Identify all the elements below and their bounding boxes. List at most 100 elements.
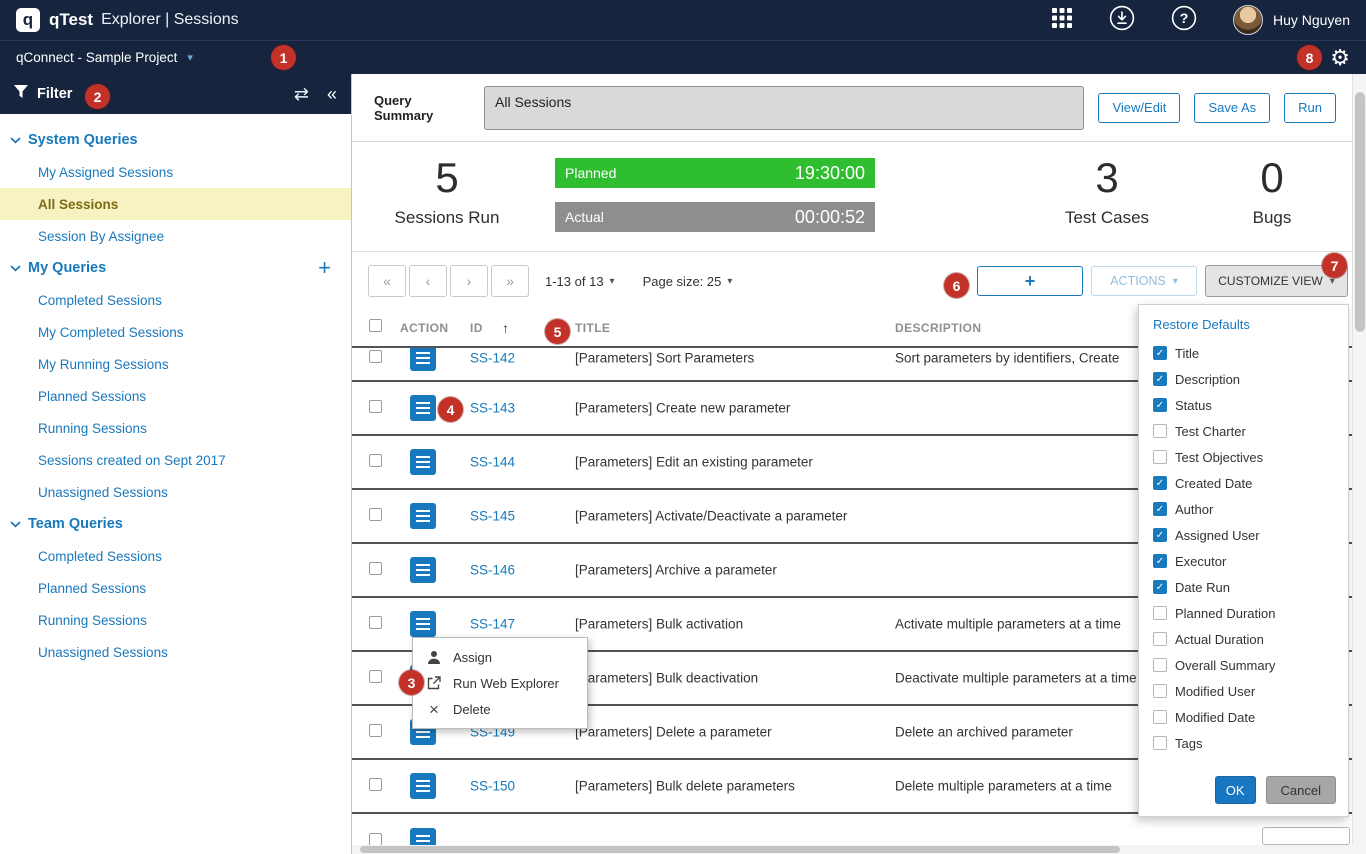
- first-page-button[interactable]: «: [368, 265, 406, 297]
- column-option[interactable]: Author: [1139, 496, 1348, 522]
- row-checkbox[interactable]: [369, 670, 382, 686]
- column-header-id[interactable]: ID: [470, 321, 483, 335]
- column-option[interactable]: Planned Duration: [1139, 600, 1348, 626]
- vertical-scrollbar[interactable]: [1352, 74, 1366, 845]
- query-item[interactable]: My Completed Sessions: [0, 316, 351, 348]
- option-label: Executor: [1175, 554, 1226, 569]
- page-size-dropdown[interactable]: Page size: 25 ▾: [643, 274, 733, 289]
- row-checkbox[interactable]: [369, 778, 382, 794]
- query-item[interactable]: Completed Sessions: [0, 540, 351, 572]
- download-icon[interactable]: [1109, 5, 1135, 36]
- column-header-title[interactable]: TITLE: [575, 321, 610, 335]
- row-checkbox[interactable]: [369, 562, 382, 578]
- column-header-description[interactable]: DESCRIPTION: [895, 321, 981, 335]
- add-query-icon[interactable]: +: [318, 255, 331, 281]
- user-menu[interactable]: Huy Nguyen: [1233, 5, 1350, 35]
- help-icon[interactable]: ?: [1171, 5, 1197, 36]
- restore-defaults-link[interactable]: Restore Defaults: [1139, 315, 1348, 340]
- query-item[interactable]: Completed Sessions: [0, 284, 351, 316]
- session-id-link[interactable]: SS-143: [470, 401, 515, 416]
- column-option[interactable]: Test Objectives: [1139, 444, 1348, 470]
- query-item[interactable]: Unassigned Sessions: [0, 636, 351, 668]
- project-selector[interactable]: qConnect - Sample Project: [16, 50, 177, 65]
- session-menu-icon[interactable]: [410, 449, 436, 475]
- column-option[interactable]: Title: [1139, 340, 1348, 366]
- column-option[interactable]: Date Run: [1139, 574, 1348, 600]
- column-option[interactable]: Modified Date: [1139, 704, 1348, 730]
- session-id-link[interactable]: SS-147: [470, 617, 515, 632]
- session-menu-icon[interactable]: [410, 348, 436, 371]
- session-menu-icon[interactable]: [410, 557, 436, 583]
- range-dropdown[interactable]: 1-13 of 13 ▾: [545, 274, 615, 289]
- session-id-link[interactable]: SS-145: [470, 509, 515, 524]
- column-header-action[interactable]: ACTION: [400, 321, 448, 335]
- collapse-sidebar-icon[interactable]: «: [327, 84, 337, 105]
- add-session-button[interactable]: +: [977, 266, 1083, 296]
- column-option[interactable]: Modified User: [1139, 678, 1348, 704]
- query-item-my-assigned-sessions[interactable]: My Assigned Sessions: [0, 156, 351, 188]
- cancel-button[interactable]: Cancel: [1266, 776, 1336, 804]
- session-id-link[interactable]: SS-150: [470, 779, 515, 794]
- session-menu-icon[interactable]: [410, 503, 436, 529]
- session-menu-icon[interactable]: [410, 395, 436, 421]
- last-page-button[interactable]: »: [491, 265, 529, 297]
- apps-grid-icon[interactable]: [1051, 7, 1073, 34]
- section-system-queries[interactable]: System Queries: [0, 124, 351, 156]
- session-id-link[interactable]: SS-144: [470, 455, 515, 470]
- section-team-queries[interactable]: Team Queries: [0, 508, 351, 540]
- view-edit-button[interactable]: View/Edit: [1098, 93, 1180, 123]
- query-item[interactable]: My Running Sessions: [0, 348, 351, 380]
- session-menu-icon[interactable]: [410, 828, 436, 845]
- session-title: [Parameters] Edit an existing parameter: [575, 455, 887, 470]
- query-item[interactable]: Running Sessions: [0, 412, 351, 444]
- row-checkbox[interactable]: [369, 454, 382, 470]
- next-page-button[interactable]: ›: [450, 265, 488, 297]
- session-id-link[interactable]: SS-146: [470, 563, 515, 578]
- row-checkbox[interactable]: [369, 400, 382, 416]
- settings-gear-icon[interactable]: ⚙: [1330, 47, 1350, 69]
- query-item[interactable]: Running Sessions: [0, 604, 351, 636]
- horizontal-scrollbar[interactable]: [352, 845, 1366, 854]
- chevron-down-icon[interactable]: ▾: [187, 51, 193, 64]
- query-item-all-sessions[interactable]: All Sessions: [0, 188, 351, 220]
- query-item[interactable]: Planned Sessions: [0, 572, 351, 604]
- ok-button[interactable]: OK: [1215, 776, 1256, 804]
- refresh-queries-icon[interactable]: ⇄: [294, 84, 309, 105]
- horizontal-scrollbar-thumb[interactable]: [360, 846, 1120, 853]
- query-item[interactable]: Planned Sessions: [0, 380, 351, 412]
- actions-dropdown-button[interactable]: ACTIONS ▾: [1091, 266, 1197, 296]
- run-button[interactable]: Run: [1284, 93, 1336, 123]
- session-menu-icon[interactable]: [410, 773, 436, 799]
- column-option[interactable]: Status: [1139, 392, 1348, 418]
- sort-ascending-icon[interactable]: ↑: [502, 320, 509, 336]
- select-all-checkbox[interactable]: [369, 319, 382, 337]
- option-label: Modified Date: [1175, 710, 1255, 725]
- column-option[interactable]: Assigned User: [1139, 522, 1348, 548]
- context-menu-item-delete[interactable]: × Delete: [413, 696, 587, 722]
- query-item[interactable]: Sessions created on Sept 2017: [0, 444, 351, 476]
- context-menu-label: Run Web Explorer: [453, 676, 559, 691]
- row-checkbox[interactable]: [369, 350, 382, 366]
- stat-test-cases: 3 Test Cases: [1042, 156, 1172, 228]
- column-option[interactable]: Overall Summary: [1139, 652, 1348, 678]
- vertical-scrollbar-thumb[interactable]: [1355, 92, 1365, 332]
- query-item-session-by-assignee[interactable]: Session By Assignee: [0, 220, 351, 252]
- save-as-button[interactable]: Save As: [1194, 93, 1270, 123]
- column-option[interactable]: Actual Duration: [1139, 626, 1348, 652]
- prev-page-button[interactable]: ‹: [409, 265, 447, 297]
- column-option[interactable]: Executor: [1139, 548, 1348, 574]
- row-checkbox[interactable]: [369, 724, 382, 740]
- context-menu-item-run-web-explorer[interactable]: Run Web Explorer: [413, 670, 587, 696]
- row-checkbox[interactable]: [369, 833, 382, 845]
- session-id-link[interactable]: SS-142: [470, 351, 515, 366]
- column-option[interactable]: Tags: [1139, 730, 1348, 756]
- row-checkbox[interactable]: [369, 616, 382, 632]
- row-checkbox[interactable]: [369, 508, 382, 524]
- column-option[interactable]: Created Date: [1139, 470, 1348, 496]
- column-option[interactable]: Test Charter: [1139, 418, 1348, 444]
- context-menu-item-assign[interactable]: Assign: [413, 644, 587, 670]
- session-menu-icon[interactable]: [410, 611, 436, 637]
- section-my-queries[interactable]: My Queries +: [0, 252, 351, 284]
- column-option[interactable]: Description: [1139, 366, 1348, 392]
- query-item[interactable]: Unassigned Sessions: [0, 476, 351, 508]
